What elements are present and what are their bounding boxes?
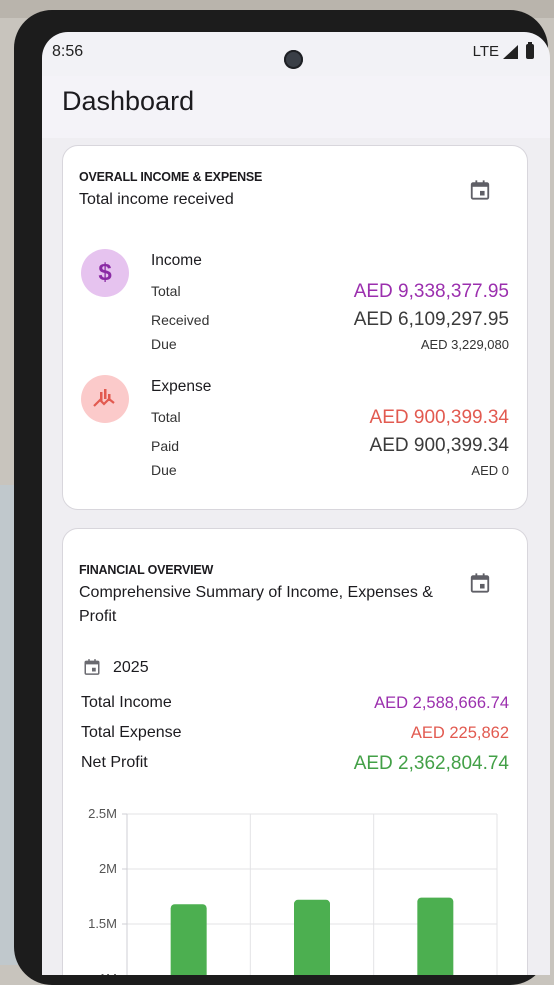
income-total-value: AED 9,338,377.95	[353, 281, 509, 302]
total-income-value: AED 2,588,666.74	[374, 694, 509, 712]
expense-total-label: Total	[151, 409, 181, 425]
phone-frame: 8:56 LTE Dashboard OVERALL INCOME & EXPE…	[14, 10, 550, 985]
year-selector[interactable]: 2025	[113, 659, 149, 677]
signal-icon	[503, 44, 518, 59]
financial-overview-chart: 2.5M 2M 1.5M 1M	[88, 806, 498, 975]
status-time: 8:56	[52, 43, 84, 60]
expense-due-value: AED 0	[471, 463, 509, 478]
total-expense-value: AED 225,862	[410, 724, 509, 742]
y-tick-label: 2.5M	[88, 806, 117, 821]
overall-income-expense-card: OVERALL INCOME & EXPENSE Total income re…	[62, 145, 528, 510]
income-label: Income	[151, 252, 202, 269]
calendar-icon[interactable]	[469, 572, 491, 594]
income-total-label: Total	[151, 283, 181, 299]
chart-bar[interactable]	[170, 904, 207, 975]
status-bar: 8:56 LTE	[42, 32, 550, 76]
total-expense-label: Total Expense	[81, 724, 182, 741]
income-due-label: Due	[151, 336, 177, 352]
card-title: FINANCIAL OVERVIEW	[79, 563, 214, 577]
calendar-icon[interactable]	[469, 179, 491, 201]
chart-bar[interactable]	[294, 899, 330, 975]
phone-screen: 8:56 LTE Dashboard OVERALL INCOME & EXPE…	[42, 32, 550, 975]
card-title: OVERALL INCOME & EXPENSE	[79, 170, 263, 184]
y-tick-label: 2M	[99, 861, 117, 876]
page-title: Dashboard	[62, 86, 195, 116]
financial-overview-card: FINANCIAL OVERVIEW Comprehensive Summary…	[62, 528, 528, 975]
expense-due-label: Due	[151, 462, 177, 478]
total-income-label: Total Income	[81, 694, 172, 711]
card-subtitle: Comprehensive Summary of Income, Expense…	[79, 584, 433, 625]
chart-bar[interactable]	[417, 897, 454, 975]
front-camera	[284, 50, 303, 69]
network-label: LTE	[472, 43, 499, 60]
net-profit-value: AED 2,362,804.74	[353, 753, 509, 774]
battery-icon	[526, 42, 534, 59]
app-bar: Dashboard	[42, 76, 550, 138]
y-tick-label: 1.5M	[88, 916, 117, 931]
expense-chart-icon	[81, 375, 129, 423]
income-received-value: AED 6,109,297.95	[353, 309, 509, 330]
status-indicators: LTE	[472, 42, 534, 60]
dollar-icon: $	[81, 249, 129, 297]
net-profit-label: Net Profit	[81, 754, 148, 771]
expense-paid-value: AED 900,399.34	[369, 435, 509, 456]
expense-total-value: AED 900,399.34	[369, 407, 509, 428]
expense-paid-label: Paid	[151, 438, 180, 454]
y-tick-label: 1M	[99, 971, 117, 975]
expense-label: Expense	[151, 378, 212, 395]
income-received-label: Received	[151, 312, 210, 328]
year-calendar-icon[interactable]	[83, 658, 101, 676]
income-due-value: AED 3,229,080	[420, 337, 509, 352]
dashboard-content[interactable]: OVERALL INCOME & EXPENSE Total income re…	[42, 138, 550, 975]
card-subtitle: Total income received	[79, 191, 234, 208]
